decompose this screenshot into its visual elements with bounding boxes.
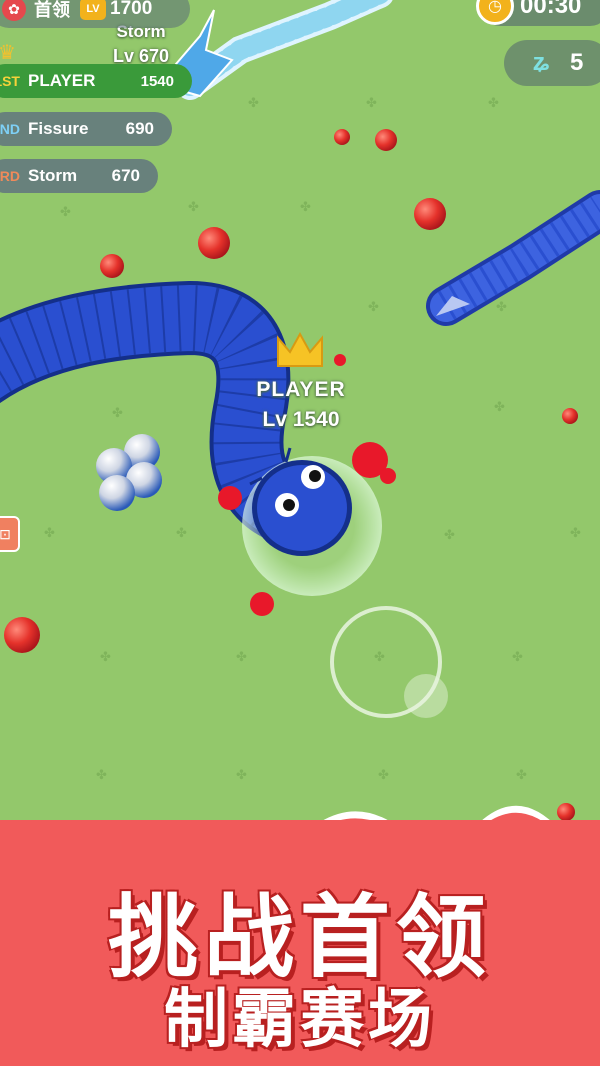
promo-banner: 挑战首领 制霸赛场 <box>0 820 600 1066</box>
player-level-label: Lv 1540 <box>262 408 340 431</box>
side-menu-button[interactable]: ⊡ <box>0 516 20 552</box>
apple-icon <box>198 227 230 259</box>
snake-kill-icon: ʑ <box>532 49 550 76</box>
leaderboard-name: PLAYER <box>28 71 96 90</box>
timer-value: 00:30 <box>520 0 582 19</box>
enemy-snake <box>426 190 600 326</box>
food-orbs <box>96 434 162 511</box>
banner-subheadline: 制霸赛场 <box>164 983 436 1057</box>
apple-icon <box>562 408 578 424</box>
leaderboard-crown-icon: ♛ <box>0 42 16 64</box>
joystick[interactable] <box>330 606 448 718</box>
leaderboard-name: Fissure <box>28 119 89 138</box>
leaderboard-rank: 1ST <box>0 73 20 89</box>
mode-title: 首领 <box>34 0 70 20</box>
leaderboard-score: 670 <box>111 166 140 185</box>
crown-icon <box>277 331 323 367</box>
timer-chip: ◷ 00:30 <box>476 0 600 26</box>
player-snake <box>0 280 396 616</box>
apple-icon <box>375 129 397 151</box>
boss-chip[interactable]: ✿ 首领 LV 1700 <box>0 0 190 28</box>
leaderboard-row: 2ND Fissure 690 <box>0 112 172 146</box>
kill-count: 5 <box>570 49 584 76</box>
level-badge: LV <box>80 0 106 20</box>
apple-icon <box>414 198 446 230</box>
player-name-label: PLAYER <box>256 378 346 401</box>
leaderboard-rank: 3RD <box>0 168 20 184</box>
kill-counter: ʑ 5 <box>504 40 600 86</box>
gear-icon[interactable]: ✿ <box>2 0 26 21</box>
apple-icon <box>4 617 40 653</box>
level-value: 1700 <box>110 0 153 19</box>
storm-snake <box>174 0 393 100</box>
leaderboard-rank: 2ND <box>0 121 20 137</box>
leaderboard-row: 1ST PLAYER 1540 <box>0 64 192 98</box>
leaderboard-name: Storm <box>28 166 78 185</box>
leaderboard-score: 1540 <box>140 72 174 90</box>
apple-icon <box>334 129 350 145</box>
apple-icon <box>100 254 124 278</box>
leaderboard-row: 3RD Storm 670 <box>0 159 158 193</box>
leaderboard-score: 690 <box>125 119 154 138</box>
